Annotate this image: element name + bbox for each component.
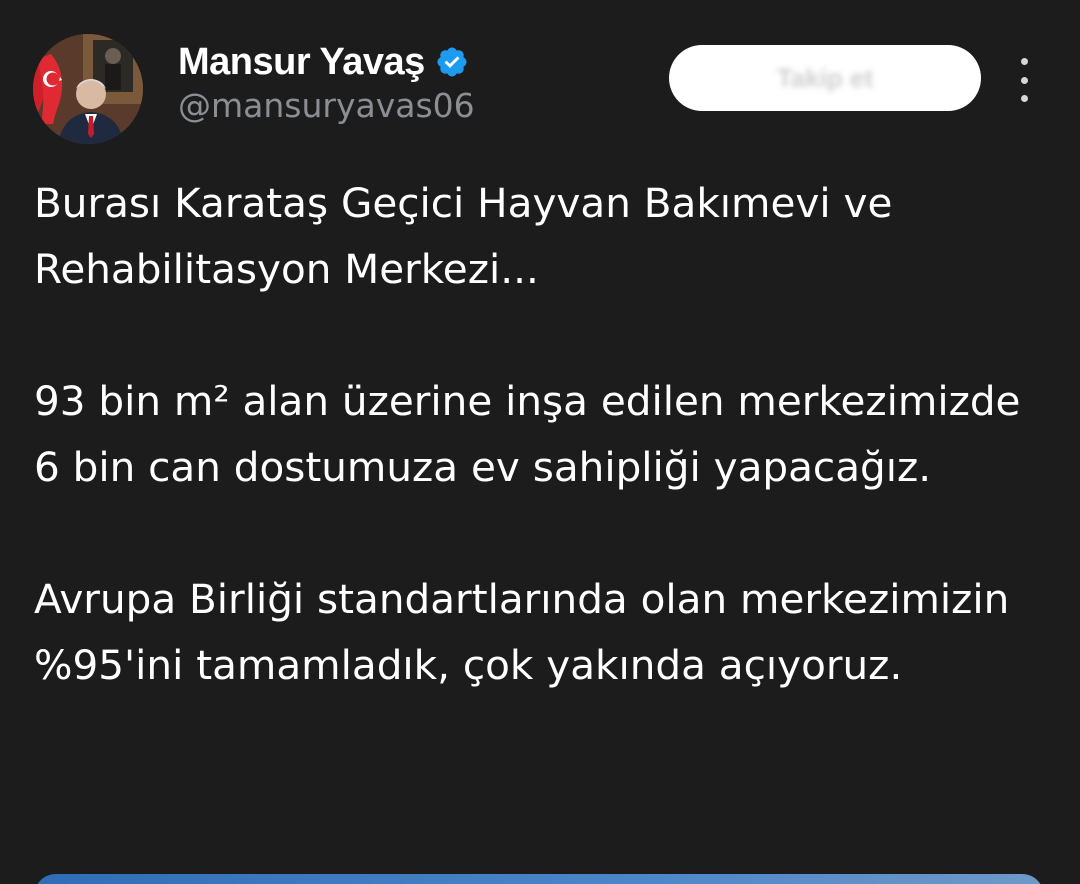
author-handle[interactable]: @mansuryavas06 <box>178 86 475 125</box>
more-options-button[interactable] <box>1008 58 1040 102</box>
tweet-paragraph: Avrupa Birliği standartlarında olan merk… <box>34 575 1010 689</box>
more-vertical-icon <box>1020 58 1028 65</box>
tweet-paragraph: Burası Karataş Geçici Hayvan Bakımevi ve… <box>34 179 893 293</box>
tweet-media-preview[interactable] <box>34 874 1044 884</box>
avatar-photo-icon <box>33 34 143 144</box>
avatar[interactable] <box>33 34 143 144</box>
follow-button-label: Takip et <box>776 62 874 93</box>
author-name-row[interactable]: Mansur Yavaş <box>178 38 469 86</box>
follow-button[interactable]: Takip et <box>669 45 981 111</box>
author-display-name[interactable]: Mansur Yavaş <box>178 41 425 84</box>
more-vertical-icon <box>1020 76 1028 84</box>
tweet-text: Burası Karataş Geçici Hayvan Bakımevi ve… <box>34 170 1044 698</box>
verified-badge-icon <box>437 47 467 77</box>
tweet-paragraph: 93 bin m² alan üzerine inşa edilen merke… <box>34 377 1021 491</box>
more-vertical-icon <box>1020 95 1028 102</box>
